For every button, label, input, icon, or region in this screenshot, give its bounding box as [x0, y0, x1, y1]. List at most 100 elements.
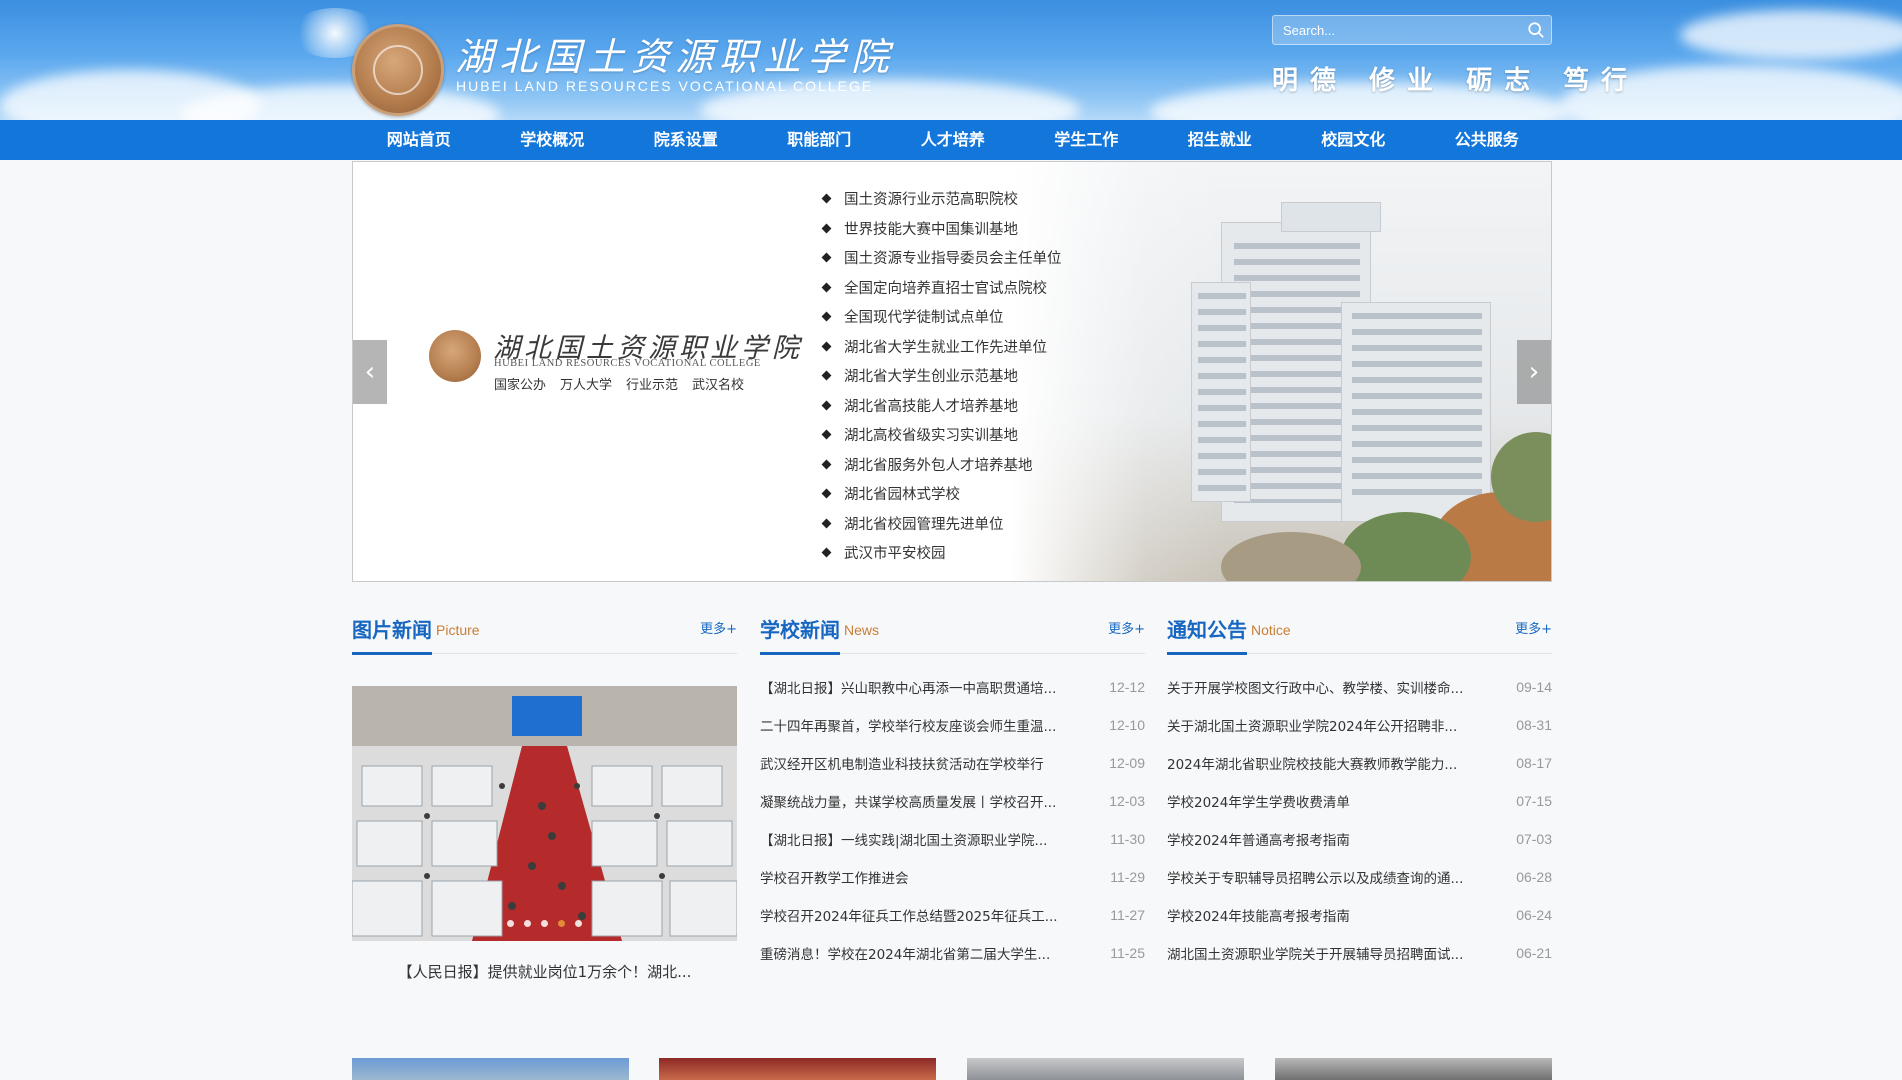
cloud [1680, 10, 1902, 60]
nav-item-home[interactable]: 网站首页 [352, 120, 486, 160]
picture-news-header: 图片新闻 Picture 更多+ [352, 612, 737, 655]
notice-section: 通知公告 Notice 更多+ 关于开展学校图文行政中心、教学楼、实训楼命...… [1167, 612, 1552, 972]
section-title[interactable]: 通知公告 [1167, 614, 1247, 643]
site-header: 湖北国土资源职业学院 HUBEI LAND RESOURCES VOCATION… [0, 0, 1902, 120]
school-motto: 明德 修业 砺志 笃行 [1272, 66, 1640, 96]
carousel-dot-active[interactable] [558, 920, 565, 927]
section-title-en: Notice [1251, 622, 1291, 638]
title-underline [352, 652, 432, 655]
more-link[interactable]: 更多+ [1108, 618, 1145, 637]
honor-item: 全国定向培养直招士官试点院校 [821, 273, 1062, 303]
list-item[interactable]: 学校关于专职辅导员招聘公示以及成绩查询的通... 06-28 [1167, 858, 1552, 896]
nav-item-education[interactable]: 人才培养 [886, 120, 1020, 160]
nav-item-offices[interactable]: 职能部门 [753, 120, 887, 160]
honor-item: 湖北省大学生创业示范基地 [821, 361, 1062, 391]
list-item[interactable]: 关于湖北国土资源职业学院2024年公开招聘非... 08-31 [1167, 706, 1552, 744]
college-seal-logo[interactable] [352, 24, 444, 116]
building-wing [1191, 282, 1251, 502]
honor-item: 世界技能大赛中国集训基地 [821, 214, 1062, 244]
banner-seal-logo [429, 330, 481, 382]
honor-item: 国土资源行业示范高职院校 [821, 184, 1062, 214]
list-item[interactable]: 【湖北日报】一线实践|湖北国土资源职业学院... 11-30 [760, 820, 1145, 858]
carousel-dot[interactable] [575, 920, 582, 927]
nav-item-admission[interactable]: 招生就业 [1153, 120, 1287, 160]
title-underline [1167, 652, 1247, 655]
banner-college-english: HUBEI LAND RESOURCES VOCATIONAL COLLEGE [494, 358, 761, 369]
list-item[interactable]: 湖北国土资源职业学院关于开展辅导员招聘面试... 06-21 [1167, 934, 1552, 972]
college-name-logo[interactable]: 湖北国土资源职业学院 [455, 26, 895, 81]
banner-prev-arrow-icon[interactable]: ‹ [353, 340, 387, 404]
honor-item: 湖北高校省级实习实训基地 [821, 420, 1062, 450]
diamond-bullet-icon [821, 223, 832, 234]
carousel-dot[interactable] [507, 920, 514, 927]
nav-item-about[interactable]: 学校概况 [486, 120, 620, 160]
diamond-bullet-icon [821, 518, 832, 529]
school-news-header: 学校新闻 News 更多+ [760, 612, 1145, 655]
notice-header: 通知公告 Notice 更多+ [1167, 612, 1552, 655]
picture-news-caption[interactable]: 【人民日报】提供就业岗位1万余个！湖北... [352, 961, 737, 982]
diamond-bullet-icon [821, 193, 832, 204]
honor-item: 国土资源专业指导委员会主任单位 [821, 243, 1062, 273]
search-box [1272, 15, 1552, 45]
college-name-english: HUBEI LAND RESOURCES VOCATIONAL COLLEGE [456, 78, 874, 94]
feature-thumbnail[interactable] [967, 1058, 1244, 1080]
nav-item-public-service[interactable]: 公共服务 [1420, 120, 1554, 160]
feature-thumbnail[interactable] [1275, 1058, 1552, 1080]
notice-list: 关于开展学校图文行政中心、教学楼、实训楼命... 09-14 关于湖北国土资源职业… [1167, 668, 1552, 972]
diamond-bullet-icon [821, 252, 832, 263]
diamond-bullet-icon [821, 400, 832, 411]
list-item[interactable]: 二十四年再聚首，学校举行校友座谈会师生重温... 12-10 [760, 706, 1145, 744]
picture-news-section: 图片新闻 Picture 更多+ 【人民日报】提供就业岗位1万余个！湖北... [352, 612, 737, 982]
title-underline [760, 652, 840, 655]
more-link[interactable]: 更多+ [700, 618, 737, 637]
honor-item: 湖北省校园管理先进单位 [821, 509, 1062, 539]
nav-item-campus-culture[interactable]: 校园文化 [1287, 120, 1421, 160]
list-item[interactable]: 【湖北日报】兴山职教中心再添一中高职贯通培... 12-12 [760, 668, 1145, 706]
search-input[interactable] [1273, 16, 1513, 44]
diamond-bullet-icon [821, 311, 832, 322]
school-news-list: 【湖北日报】兴山职教中心再添一中高职贯通培... 12-12 二十四年再聚首，学校… [760, 668, 1145, 972]
building-roof-sign [1281, 202, 1381, 232]
list-item[interactable]: 学校2024年普通高考报考指南 07-03 [1167, 820, 1552, 858]
more-link[interactable]: 更多+ [1515, 618, 1552, 637]
school-news-section: 学校新闻 News 更多+ 【湖北日报】兴山职教中心再添一中高职贯通培... 12… [760, 612, 1145, 972]
honor-item: 湖北省高技能人才培养基地 [821, 391, 1062, 421]
main-nav: 网站首页 学校概况 院系设置 职能部门 人才培养 学生工作 招生就业 校园文化 … [0, 120, 1902, 160]
carousel-dot[interactable] [541, 920, 548, 927]
section-title-en: News [844, 622, 880, 638]
feature-thumbnail[interactable] [352, 1058, 629, 1080]
banner-tag: 行业示范 [626, 378, 679, 393]
list-item[interactable]: 学校2024年技能高考报考指南 06-24 [1167, 896, 1552, 934]
banner-tag: 国家公办 [494, 378, 547, 393]
search-icon[interactable] [1527, 21, 1545, 39]
list-item[interactable]: 武汉经开区机电制造业科技扶贫活动在学校举行 12-09 [760, 744, 1145, 782]
carousel-dot[interactable] [524, 920, 531, 927]
picture-news-photo[interactable] [352, 686, 737, 941]
nav-item-student-affairs[interactable]: 学生工作 [1020, 120, 1154, 160]
list-item[interactable]: 学校召开教学工作推进会 11-29 [760, 858, 1145, 896]
honor-item: 湖北省园林式学校 [821, 479, 1062, 509]
honor-item: 湖北省大学生就业工作先进单位 [821, 332, 1062, 362]
banner-tag: 万人大学 [560, 378, 613, 393]
feature-thumbnail[interactable] [659, 1058, 936, 1080]
list-item[interactable]: 重磅消息！学校在2024年湖北省第二届大学生... 11-25 [760, 934, 1145, 972]
campus-building-image [1011, 162, 1551, 581]
feature-thumbnails [352, 1058, 1552, 1080]
nav-item-departments[interactable]: 院系设置 [619, 120, 753, 160]
list-item[interactable]: 学校2024年学生学费收费清单 07-15 [1167, 782, 1552, 820]
job-fair-photo [352, 686, 737, 941]
section-title[interactable]: 学校新闻 [760, 614, 840, 643]
diamond-bullet-icon [821, 547, 832, 558]
shrub [1221, 532, 1361, 581]
diamond-bullet-icon [821, 429, 832, 440]
diamond-bullet-icon [821, 282, 832, 293]
list-item[interactable]: 2024年湖北省职业院校技能大赛教师教学能力... 08-17 [1167, 744, 1552, 782]
section-title[interactable]: 图片新闻 [352, 614, 432, 643]
list-item[interactable]: 关于开展学校图文行政中心、教学楼、实训楼命... 09-14 [1167, 668, 1552, 706]
list-item[interactable]: 凝聚统战力量，共谋学校高质量发展丨学校召开... 12-03 [760, 782, 1145, 820]
banner-slider[interactable]: 湖北国土资源职业学院 HUBEI LAND RESOURCES VOCATION… [352, 161, 1552, 582]
list-item[interactable]: 学校召开2024年征兵工作总结暨2025年征兵工... 11-27 [760, 896, 1145, 934]
diamond-bullet-icon [821, 370, 832, 381]
banner-next-arrow-icon[interactable]: › [1517, 340, 1551, 404]
banner-tag: 武汉名校 [692, 378, 745, 393]
